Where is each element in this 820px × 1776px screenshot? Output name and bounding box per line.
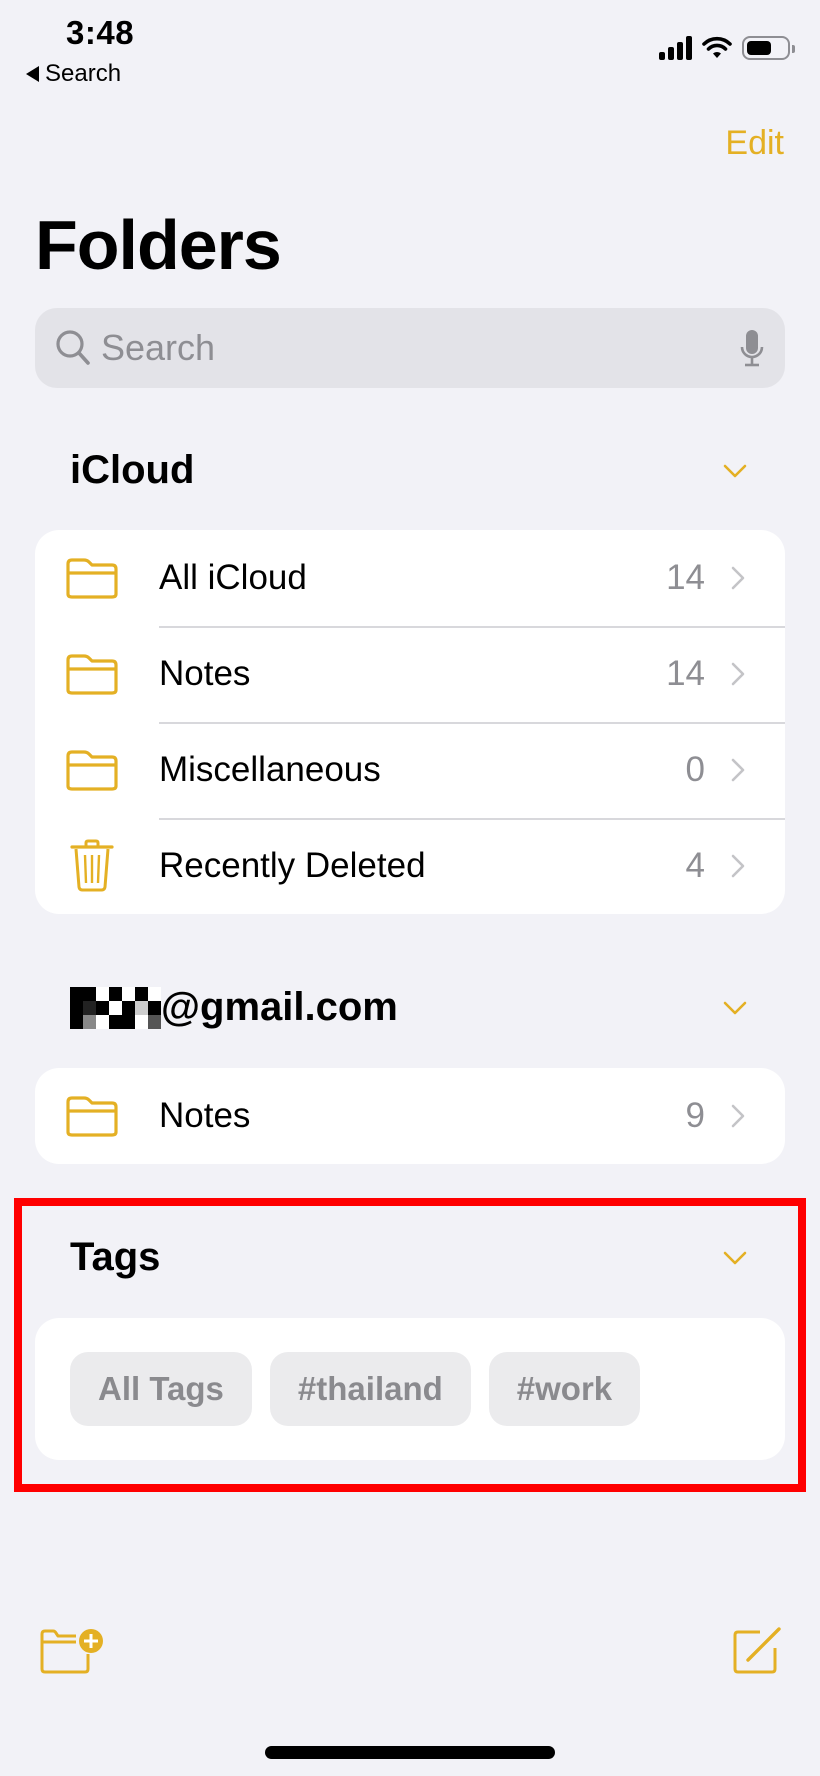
folder-row-notes[interactable]: Notes 14	[35, 626, 785, 722]
note-count: 9	[685, 1096, 705, 1135]
folder-label: Notes	[159, 1096, 251, 1135]
folder-row-all-icloud[interactable]: All iCloud 14	[35, 530, 785, 626]
section-header-icloud[interactable]: iCloud	[70, 448, 750, 493]
redacted-email-prefix	[70, 986, 161, 1029]
compose-icon	[733, 1627, 781, 1674]
back-to-search-link[interactable]: Search	[26, 60, 121, 88]
email-domain: @gmail.com	[161, 985, 398, 1029]
tag-chip-thailand[interactable]: #thailand	[269, 1352, 471, 1426]
back-triangle-icon	[26, 66, 39, 82]
folder-icon	[66, 1096, 118, 1137]
folder-icon	[66, 750, 118, 791]
folder-plus-icon	[40, 1629, 103, 1674]
status-time: 3:48	[66, 14, 135, 51]
folder-row-gmail-notes[interactable]: Notes 9	[35, 1068, 785, 1164]
section-title: iCloud	[70, 448, 195, 492]
folder-icon	[66, 654, 118, 695]
chevron-right-icon	[731, 854, 745, 878]
chevron-down-icon[interactable]	[720, 456, 750, 486]
chevron-right-icon	[731, 662, 745, 686]
microphone-icon[interactable]	[739, 328, 765, 368]
icloud-folders-card: All iCloud 14 Notes 14 Miscellaneous 0 R…	[35, 530, 785, 914]
folder-icon	[66, 558, 118, 599]
folder-label: All iCloud	[159, 558, 307, 597]
chevron-right-icon	[731, 1104, 745, 1128]
battery-fill	[747, 41, 771, 55]
status-icons	[659, 36, 795, 60]
chevron-right-icon	[731, 566, 745, 590]
chevron-right-icon	[731, 758, 745, 782]
edit-button[interactable]: Edit	[725, 124, 784, 163]
tag-chip-all-tags[interactable]: All Tags	[70, 1352, 252, 1426]
battery-icon	[742, 36, 795, 60]
search-input[interactable]	[101, 327, 739, 369]
page-title: Folders	[35, 206, 282, 284]
search-icon	[56, 330, 90, 365]
section-title: Tags	[70, 1235, 161, 1279]
chevron-down-icon[interactable]	[720, 1243, 750, 1273]
trash-icon	[70, 839, 114, 892]
tags-card: All Tags #thailand #work	[35, 1318, 785, 1460]
compose-note-button[interactable]	[732, 1626, 784, 1676]
cellular-signal-icon	[659, 36, 692, 60]
back-link-label: Search	[45, 60, 122, 87]
note-count: 4	[685, 846, 705, 885]
folder-row-miscellaneous[interactable]: Miscellaneous 0	[35, 722, 785, 818]
tag-chip-work[interactable]: #work	[488, 1352, 641, 1426]
folder-label: Miscellaneous	[159, 750, 381, 789]
chevron-down-icon[interactable]	[720, 993, 750, 1023]
folder-row-recently-deleted[interactable]: Recently Deleted 4	[35, 818, 785, 914]
home-indicator[interactable]	[265, 1746, 555, 1759]
wifi-icon	[702, 36, 732, 58]
new-folder-button[interactable]	[40, 1628, 106, 1676]
section-header-gmail[interactable]: @gmail.com	[70, 985, 750, 1030]
note-count: 0	[685, 750, 705, 789]
note-count: 14	[666, 654, 705, 693]
search-bar[interactable]	[35, 308, 785, 388]
section-title: @gmail.com	[70, 985, 398, 1030]
note-count: 14	[666, 558, 705, 597]
folder-label: Notes	[159, 654, 251, 693]
gmail-folders-card: Notes 9	[35, 1068, 785, 1164]
folder-label: Recently Deleted	[159, 846, 426, 885]
section-header-tags[interactable]: Tags	[70, 1235, 750, 1280]
